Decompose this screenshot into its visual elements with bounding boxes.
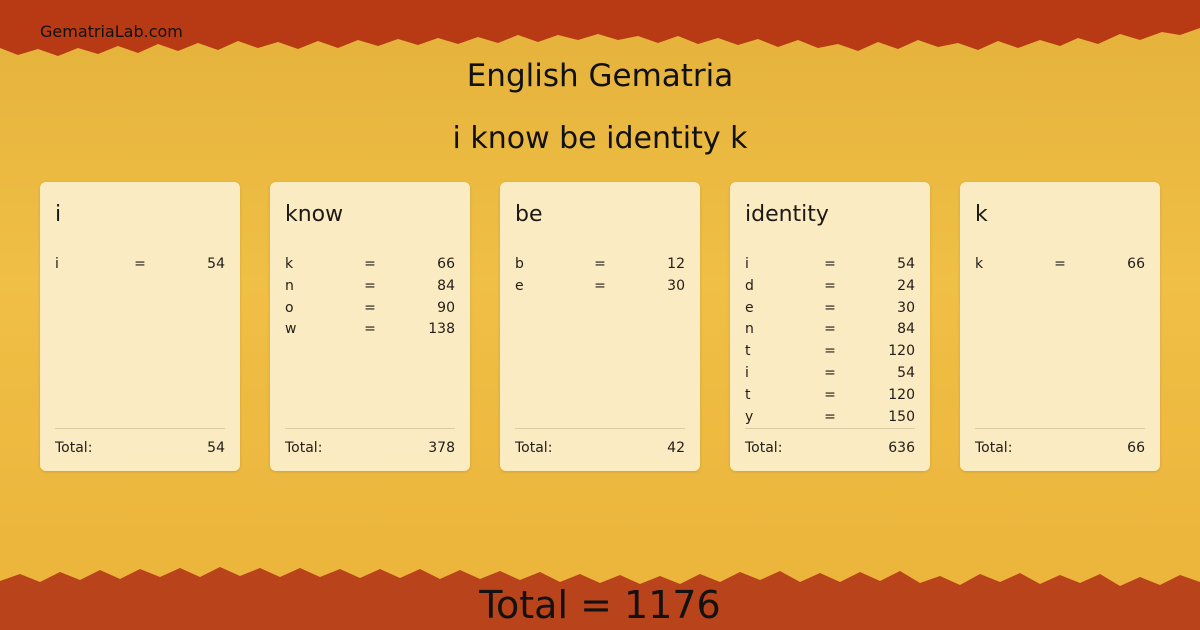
letter-value: 12 (667, 256, 685, 272)
word-title: k (975, 202, 988, 227)
card-total: Total: 54 (55, 428, 225, 456)
letter-row: i = 54 (745, 363, 915, 385)
total-label: Total: (745, 440, 783, 456)
letter-row: n = 84 (285, 276, 455, 298)
letter: n (285, 277, 294, 294)
word-card: k k = 66 Total: 66 (960, 182, 1160, 471)
word-card: identity i = 54 d = 24 e = 30 n = 84 t =… (730, 182, 930, 471)
equals-sign: = (364, 321, 376, 338)
total-value: 636 (888, 440, 915, 456)
letter: t (745, 343, 751, 360)
letter-row: e = 30 (515, 276, 685, 298)
page-title: English Gematria (466, 58, 734, 94)
letter: k (285, 256, 294, 272)
equals-sign: = (824, 408, 836, 425)
equals-sign: = (364, 277, 376, 294)
equals-sign: = (824, 321, 836, 338)
equals-sign: = (134, 256, 146, 272)
word-card: know k = 66 n = 84 o = 90 w = 138 Total:… (270, 182, 470, 471)
equals-sign: = (824, 256, 836, 272)
phrase-text: i know be identity k (452, 121, 748, 156)
equals-sign: = (824, 364, 836, 381)
total-label: Total: (515, 440, 553, 456)
total-value: 54 (207, 440, 225, 456)
letter: k (975, 256, 984, 272)
card-total: Total: 636 (745, 428, 915, 456)
card-total: Total: 378 (285, 428, 455, 456)
letter-value: 138 (428, 321, 455, 338)
letter: t (745, 386, 751, 403)
letter: o (285, 299, 294, 316)
equals-sign: = (824, 299, 836, 316)
letter: e (515, 277, 524, 294)
letter-row: n = 84 (745, 319, 915, 341)
letter-value: 30 (667, 277, 685, 294)
letter-list: b = 12 e = 30 (515, 254, 685, 298)
letter-value: 90 (437, 299, 455, 316)
letter-list: i = 54 (55, 254, 225, 276)
letter-value: 84 (437, 277, 455, 294)
letter: i (745, 256, 749, 272)
letter-value: 54 (897, 256, 915, 272)
letter-row: e = 30 (745, 298, 915, 320)
letter-value: 66 (437, 256, 455, 272)
letter: b (515, 256, 524, 272)
letter-row: i = 54 (55, 254, 225, 276)
letter-value: 84 (897, 321, 915, 338)
letter-value: 66 (1127, 256, 1145, 272)
letter: w (285, 321, 297, 338)
letter-row: d = 24 (745, 276, 915, 298)
letter-row: y = 150 (745, 407, 915, 429)
letter-row: k = 66 (975, 254, 1145, 276)
letter: e (745, 299, 754, 316)
letter-list: i = 54 d = 24 e = 30 n = 84 t = 120 i = … (745, 254, 915, 428)
letter-value: 54 (897, 364, 915, 381)
letter: i (55, 256, 59, 272)
word-card: be b = 12 e = 30 Total: 42 (500, 182, 700, 471)
equals-sign: = (364, 299, 376, 316)
card-total: Total: 42 (515, 428, 685, 456)
word-cards: i i = 54 Total: 54 know k = 66 n = 84 o … (40, 182, 1160, 471)
letter: y (745, 408, 754, 425)
total-label: Total: (975, 440, 1013, 456)
equals-sign: = (824, 277, 836, 294)
total-value: 66 (1127, 440, 1145, 456)
letter-value: 54 (207, 256, 225, 272)
letter-list: k = 66 (975, 254, 1145, 276)
word-title: i (55, 202, 62, 227)
letter-value: 120 (888, 343, 915, 360)
letter-row: i = 54 (745, 254, 915, 276)
letter-row: o = 90 (285, 298, 455, 320)
letter-row: b = 12 (515, 254, 685, 276)
letter-row: k = 66 (285, 254, 455, 276)
letter-value: 150 (888, 408, 915, 425)
word-title: know (285, 202, 344, 227)
equals-sign: = (594, 256, 606, 272)
letter-list: k = 66 n = 84 o = 90 w = 138 (285, 254, 455, 341)
letter-row: w = 138 (285, 319, 455, 341)
card-total: Total: 66 (975, 428, 1145, 456)
total-value: 42 (667, 440, 685, 456)
word-card: i i = 54 Total: 54 (40, 182, 240, 471)
equals-sign: = (824, 386, 836, 403)
total-label: Total: (55, 440, 93, 456)
equals-sign: = (594, 277, 606, 294)
letter-value: 24 (897, 277, 915, 294)
total-label: Total: (285, 440, 323, 456)
letter: i (745, 364, 749, 381)
word-title: be (515, 202, 543, 227)
letter-value: 30 (897, 299, 915, 316)
letter-value: 120 (888, 386, 915, 403)
equals-sign: = (1054, 256, 1066, 272)
letter: d (745, 277, 754, 294)
equals-sign: = (364, 256, 376, 272)
site-name: GematriaLab.com (40, 22, 183, 41)
grand-total: Total = 1176 (479, 583, 721, 627)
equals-sign: = (824, 343, 836, 360)
letter: n (745, 321, 754, 338)
letter-row: t = 120 (745, 341, 915, 363)
total-value: 378 (428, 440, 455, 456)
letter-row: t = 120 (745, 385, 915, 407)
word-title: identity (745, 202, 829, 227)
